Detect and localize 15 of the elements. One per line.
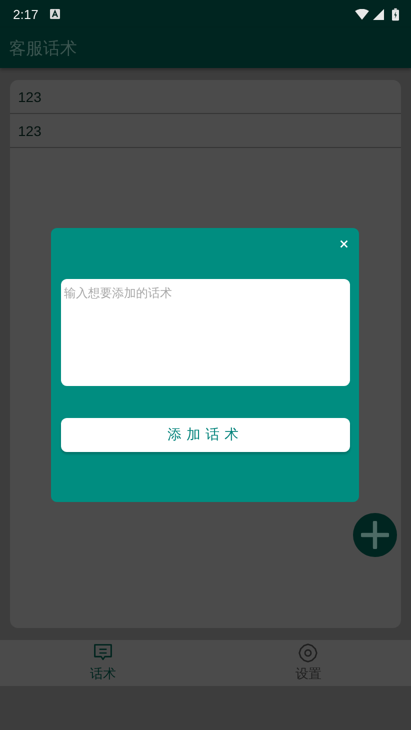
battery-icon bbox=[392, 8, 399, 20]
signal-icon bbox=[373, 8, 384, 20]
settings-icon bbox=[298, 643, 318, 663]
wifi-icon bbox=[355, 8, 369, 20]
add-phrase-button[interactable]: 添加话术 bbox=[61, 418, 350, 452]
status-time: 2:17 bbox=[13, 6, 38, 22]
app-title: 客服话术 bbox=[9, 38, 77, 60]
plus-icon bbox=[361, 521, 389, 549]
phrase-item[interactable]: 123 bbox=[10, 80, 401, 114]
notification-icon bbox=[50, 9, 60, 19]
chat-icon bbox=[92, 643, 113, 663]
close-icon[interactable] bbox=[340, 240, 348, 248]
phrase-input-field[interactable]: 输入想要添加的话术 bbox=[61, 279, 350, 386]
phrase-item[interactable]: 123 bbox=[10, 114, 401, 148]
nav-tab[interactable]: 话术 bbox=[0, 640, 206, 686]
